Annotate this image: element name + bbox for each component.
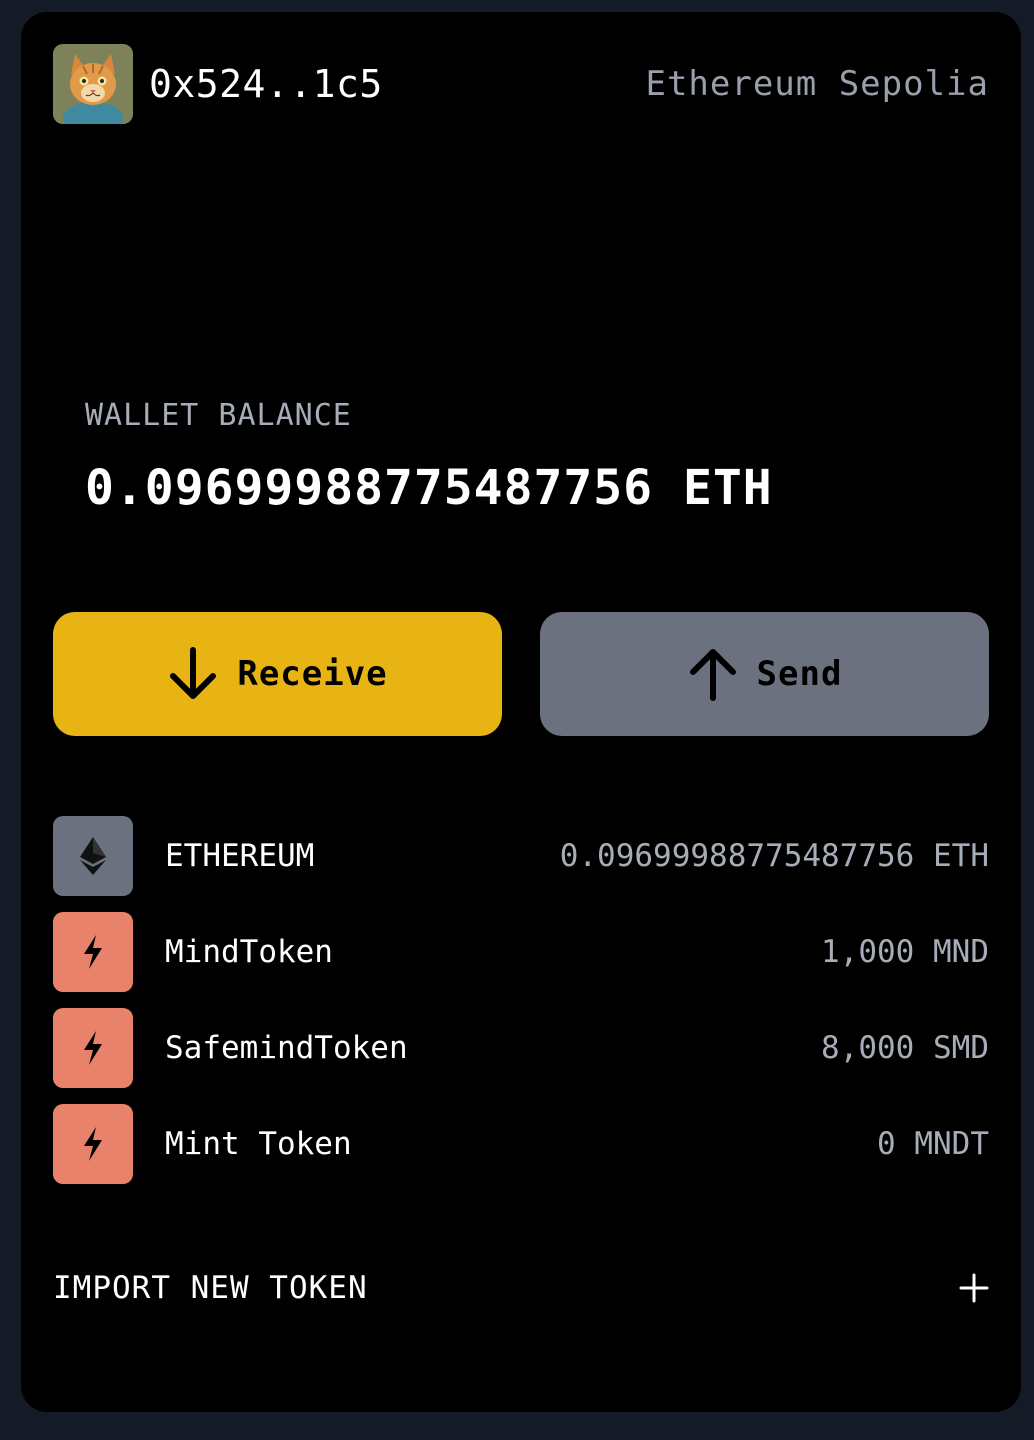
network-name[interactable]: Ethereum Sepolia [645, 64, 989, 104]
token-amount: 1,000 MND [821, 934, 989, 970]
token-row-mint-token[interactable]: Mint Token 0 MNDT [53, 1104, 989, 1184]
import-new-token-label: IMPORT NEW TOKEN [53, 1270, 368, 1306]
send-button[interactable]: Send [540, 612, 989, 736]
account-info[interactable]: 0x524..1c5 [53, 44, 383, 124]
wallet-address[interactable]: 0x524..1c5 [149, 62, 383, 106]
receive-button[interactable]: Receive [53, 612, 502, 736]
token-name: ETHEREUM [165, 838, 315, 874]
receive-button-label: Receive [237, 654, 388, 694]
ethereum-icon [53, 816, 133, 896]
wallet-header: 0x524..1c5 Ethereum Sepolia [53, 44, 989, 124]
token-amount: 0 MNDT [877, 1126, 989, 1162]
action-buttons: Receive Send [53, 612, 989, 736]
import-new-token-button[interactable]: IMPORT NEW TOKEN [53, 1258, 989, 1318]
token-list: ETHEREUM 0.09699988775487756 ETH MindTok… [53, 816, 989, 1200]
plus-icon[interactable] [959, 1273, 989, 1303]
arrow-up-icon [689, 649, 736, 701]
token-name: MindToken [165, 934, 333, 970]
send-button-label: Send [756, 654, 843, 694]
token-amount: 8,000 SMD [821, 1030, 989, 1066]
lightning-icon [53, 912, 133, 992]
lightning-icon [53, 1008, 133, 1088]
token-row-ethereum[interactable]: ETHEREUM 0.09699988775487756 ETH [53, 816, 989, 896]
token-amount: 0.09699988775487756 ETH [559, 838, 989, 874]
lightning-icon [53, 1104, 133, 1184]
cat-avatar-icon[interactable] [53, 44, 133, 124]
token-row-safemindtoken[interactable]: SafemindToken 8,000 SMD [53, 1008, 989, 1088]
token-name: SafemindToken [165, 1030, 408, 1066]
token-name: Mint Token [165, 1126, 352, 1162]
wallet-card: 0x524..1c5 Ethereum Sepolia WALLET BALAN… [21, 12, 1021, 1412]
token-row-mindtoken[interactable]: MindToken 1,000 MND [53, 912, 989, 992]
wallet-balance-value: 0.09699988775487756 ETH [85, 460, 773, 516]
wallet-balance-label: WALLET BALANCE [85, 398, 352, 433]
arrow-down-icon [170, 647, 217, 699]
